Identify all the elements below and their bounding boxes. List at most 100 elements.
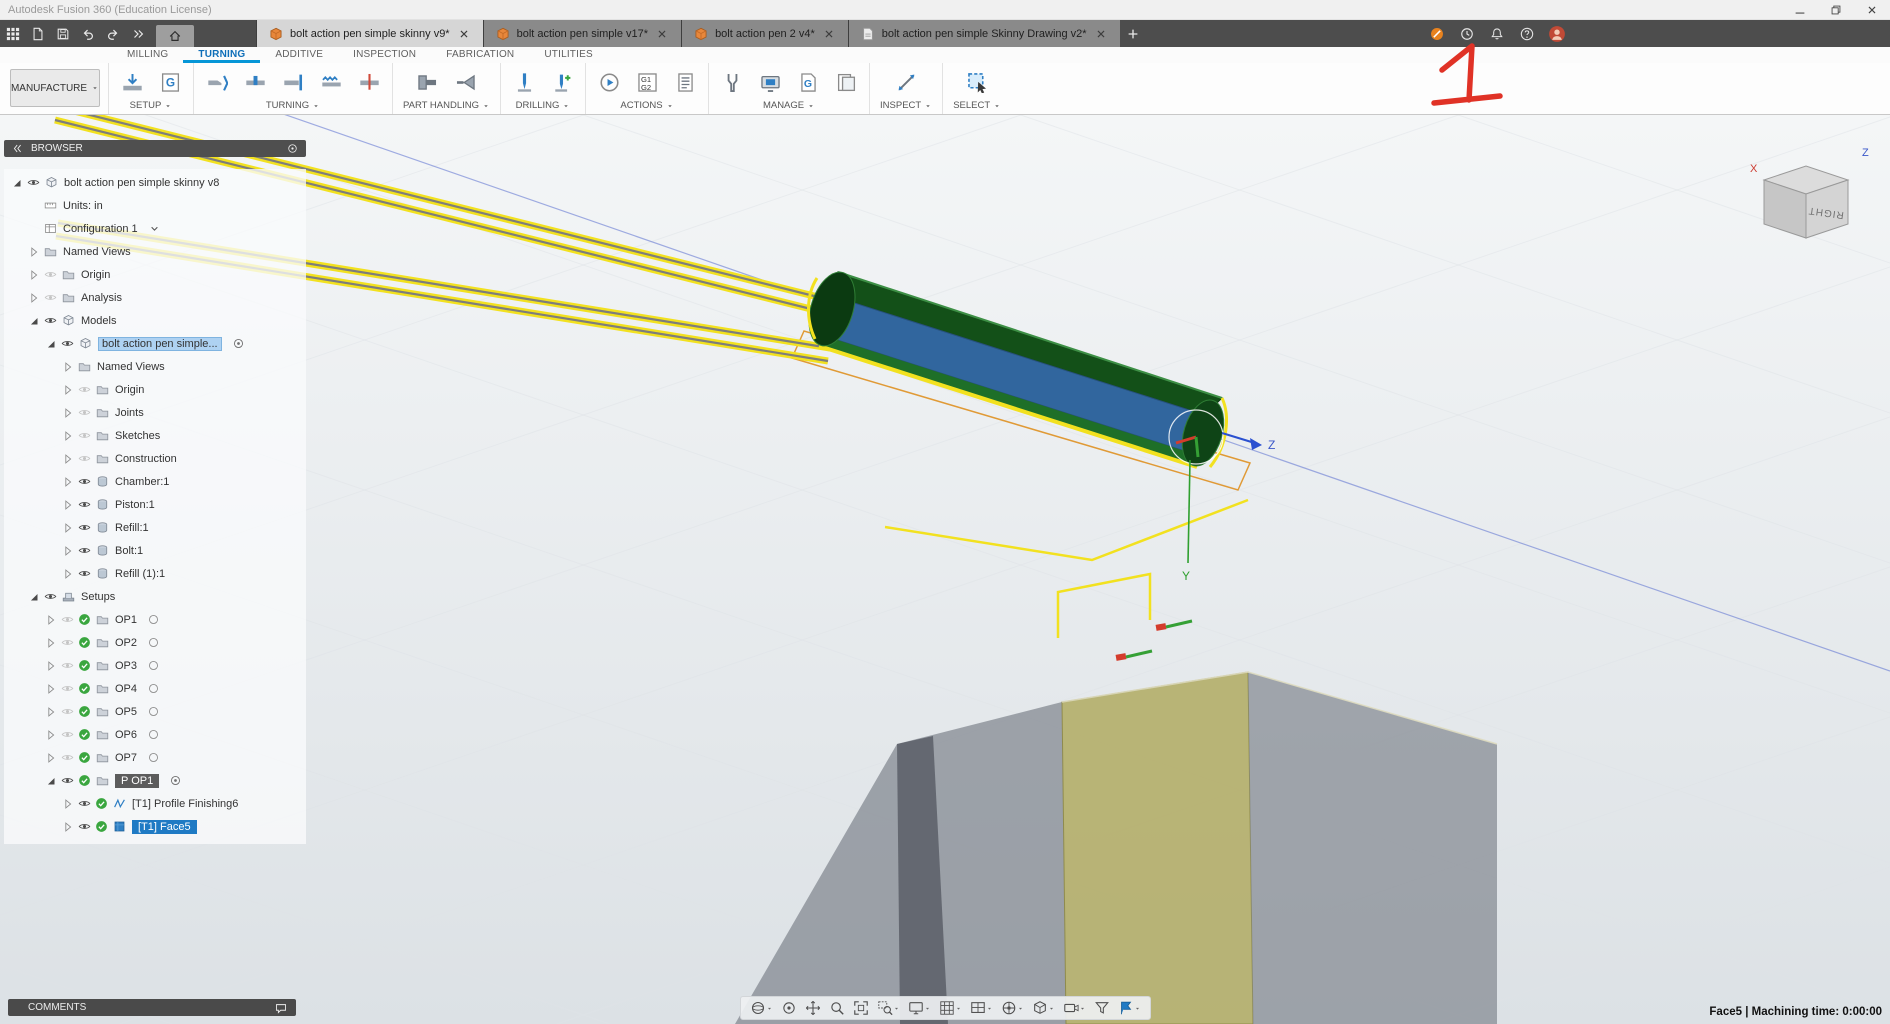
selection-filter-button[interactable] <box>1090 1000 1114 1016</box>
job-status-button[interactable] <box>1425 27 1449 41</box>
browser-row[interactable]: OP1 <box>4 608 306 631</box>
expand-closed-icon[interactable] <box>61 521 75 535</box>
expand-closed-icon[interactable] <box>44 682 58 696</box>
radio-icon[interactable] <box>147 682 160 695</box>
browser-row[interactable]: Models <box>4 309 306 332</box>
simulate-icon[interactable] <box>596 70 622 96</box>
visibility-eye-icon[interactable] <box>41 291 59 304</box>
visibility-eye-icon[interactable] <box>41 314 59 327</box>
expand-open-icon[interactable] <box>10 176 24 190</box>
expand-open-icon[interactable] <box>44 337 58 351</box>
visibility-eye-icon[interactable] <box>75 544 93 557</box>
document-tab[interactable]: bolt action pen 2 v4* <box>681 20 848 47</box>
app-grid-button[interactable] <box>0 20 25 47</box>
expand-closed-icon[interactable] <box>61 452 75 466</box>
toolbar-group-label[interactable]: SETUP <box>130 100 173 113</box>
visibility-eye-icon[interactable] <box>58 728 76 741</box>
toolbar-group-label[interactable]: TURNING <box>266 100 320 113</box>
visibility-eye-icon[interactable] <box>75 406 93 419</box>
visibility-eye-icon[interactable] <box>75 797 93 810</box>
browser-row[interactable]: Configuration 1 <box>4 217 306 240</box>
expand-closed-icon[interactable] <box>44 636 58 650</box>
visibility-eye-icon[interactable] <box>75 521 93 534</box>
close-tab-button[interactable] <box>457 27 471 41</box>
help-button[interactable] <box>1515 27 1539 41</box>
document-tab[interactable]: bolt action pen simple Skinny Drawing v2… <box>847 20 1120 47</box>
toolbar-group-label[interactable]: MANAGE <box>763 100 815 113</box>
radio-icon[interactable] <box>147 728 160 741</box>
browser-row[interactable]: OP6 <box>4 723 306 746</box>
turning-part-icon[interactable] <box>356 70 382 96</box>
browser-row[interactable]: Sketches <box>4 424 306 447</box>
radio-icon[interactable] <box>147 751 160 764</box>
ribbon-tab-turning[interactable]: TURNING <box>183 47 260 63</box>
expand-closed-icon[interactable] <box>44 705 58 719</box>
machine-library-icon[interactable] <box>757 70 783 96</box>
setup-icon[interactable] <box>119 70 145 96</box>
close-button[interactable] <box>1854 0 1890 19</box>
close-tab-button[interactable] <box>655 27 669 41</box>
post-library-icon[interactable]: G <box>795 70 821 96</box>
display-settings-button[interactable] <box>904 1000 935 1016</box>
visibility-eye-icon[interactable] <box>75 452 93 465</box>
browser-row[interactable]: OP3 <box>4 654 306 677</box>
zoom-window-button[interactable] <box>873 1000 904 1016</box>
close-tab-button[interactable] <box>822 27 836 41</box>
radio-dot-icon[interactable] <box>169 774 182 787</box>
profile-button[interactable] <box>1545 25 1569 43</box>
orbit-button[interactable] <box>746 1000 777 1016</box>
steering-wheel-button[interactable] <box>997 1000 1028 1016</box>
turning-thread-icon[interactable] <box>318 70 344 96</box>
browser-row[interactable]: bolt action pen simple skinny v8 <box>4 171 306 194</box>
ribbon-tab-inspection[interactable]: INSPECTION <box>338 47 431 63</box>
visibility-eye-icon[interactable] <box>58 682 76 695</box>
drill-cycle-icon[interactable] <box>549 70 575 96</box>
ribbon-tab-utilities[interactable]: UTILITIES <box>529 47 607 63</box>
expand-open-icon[interactable] <box>27 590 41 604</box>
home-tab[interactable] <box>156 25 194 47</box>
history-button[interactable] <box>1455 27 1479 41</box>
browser-header[interactable]: BROWSER <box>4 140 306 157</box>
browser-row[interactable]: Joints <box>4 401 306 424</box>
expand-closed-icon[interactable] <box>61 383 75 397</box>
expand-open-icon[interactable] <box>44 774 58 788</box>
turning-groove-icon[interactable] <box>242 70 268 96</box>
browser-row[interactable]: OP2 <box>4 631 306 654</box>
visibility-eye-icon[interactable] <box>75 475 93 488</box>
expand-closed-icon[interactable] <box>27 268 41 282</box>
expand-open-icon[interactable] <box>27 314 41 328</box>
turning-face-icon[interactable] <box>280 70 306 96</box>
browser-row[interactable]: [T1] Profile Finishing6 <box>4 792 306 815</box>
select-window-icon[interactable] <box>964 70 990 96</box>
expand-closed-icon[interactable] <box>27 245 41 259</box>
expand-closed-icon[interactable] <box>61 567 75 581</box>
browser-row[interactable]: Setups <box>4 585 306 608</box>
expand-closed-icon[interactable] <box>44 613 58 627</box>
browser-row[interactable]: OP4 <box>4 677 306 700</box>
expand-closed-icon[interactable] <box>44 751 58 765</box>
expand-closed-icon[interactable] <box>61 544 75 558</box>
nc-program-icon[interactable]: G <box>157 70 183 96</box>
browser-row[interactable]: Refill (1):1 <box>4 562 306 585</box>
pan-button[interactable] <box>801 1000 825 1016</box>
more-button[interactable] <box>125 20 150 47</box>
template-library-icon[interactable] <box>833 70 859 96</box>
viewports-button[interactable] <box>966 1000 997 1016</box>
browser-row[interactable]: Origin <box>4 263 306 286</box>
expand-closed-icon[interactable] <box>44 659 58 673</box>
visibility-eye-icon[interactable] <box>58 636 76 649</box>
document-tab[interactable]: bolt action pen simple skinny v9* <box>256 20 483 47</box>
visibility-eye-icon[interactable] <box>24 176 42 189</box>
browser-row[interactable]: Origin <box>4 378 306 401</box>
browser-row[interactable]: Chamber:1 <box>4 470 306 493</box>
toolbar-group-label[interactable]: INSPECT <box>880 100 932 113</box>
radio-icon[interactable] <box>147 659 160 672</box>
fit-button[interactable] <box>849 1000 873 1016</box>
zoom-button[interactable] <box>825 1000 849 1016</box>
expand-closed-icon[interactable] <box>27 291 41 305</box>
visibility-eye-icon[interactable] <box>58 751 76 764</box>
browser-row[interactable]: [T1] Face5 <box>4 815 306 838</box>
expand-closed-icon[interactable] <box>61 820 75 834</box>
view-cube[interactable]: X Z RIGHT <box>1744 142 1874 257</box>
browser-row[interactable]: Piston:1 <box>4 493 306 516</box>
